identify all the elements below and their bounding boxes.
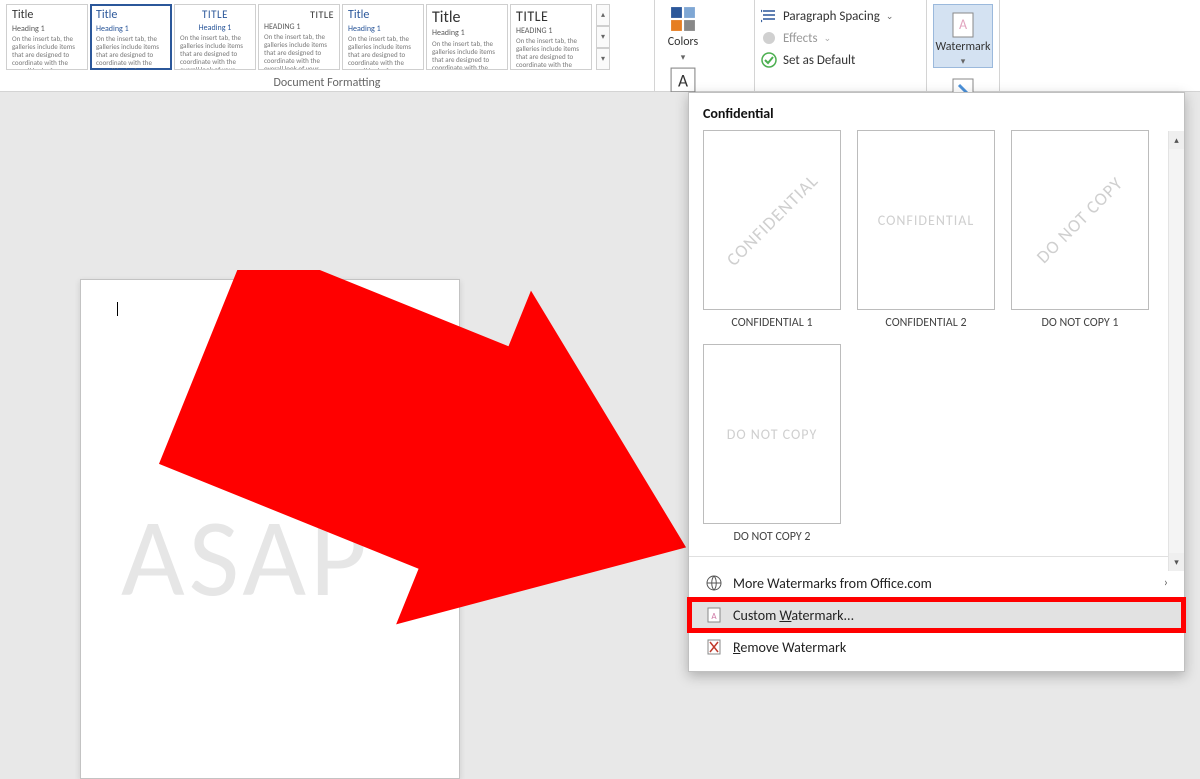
scroll-up-icon[interactable]: ▴ [1169,131,1184,149]
ribbon: Title Heading 1 On the insert tab, the g… [0,0,1200,92]
theme-tile[interactable]: Title Heading 1 On the insert tab, the g… [342,4,424,70]
theme-title: Title [96,9,166,23]
globe-icon [705,574,723,592]
page-icon: A [705,606,723,624]
gallery-expand-icon[interactable]: ▾ [596,48,610,70]
theme-tile[interactable]: TITLE HEADING 1 On the insert tab, the g… [510,4,592,70]
more-watermarks-item[interactable]: More Watermarks from Office.com › [689,567,1184,599]
theme-title: Title [432,9,502,27]
theme-tile[interactable]: Title Heading 1 On the insert tab, the g… [426,4,508,70]
svg-text:A: A [711,611,717,622]
theme-title: TITLE [516,9,586,25]
watermark-preset[interactable]: CONFIDENTIAL CONFIDENTIAL 1 [703,130,841,330]
set-as-default-button[interactable]: Set as Default [761,52,920,68]
separator [689,556,1184,557]
document-page[interactable]: ASAP [80,279,460,779]
watermark-icon: A [951,11,975,39]
custom-watermark-item[interactable]: A Custom Watermark... [689,599,1184,631]
more-watermarks-label: More Watermarks from Office.com [733,575,932,592]
dropdown-category: Confidential [689,93,1184,130]
chevron-right-icon: › [1164,576,1168,590]
paragraph-spacing-button[interactable]: Paragraph Spacing ⌄ [761,8,920,24]
theme-lorem: On the insert tab, the galleries include… [96,35,166,70]
watermark-preset-label: CONFIDENTIAL 2 [885,316,966,330]
effects-label: Effects [783,31,818,46]
group-label: Document Formatting [0,74,654,94]
theme-title: TITLE [180,9,250,22]
themes-gallery[interactable]: Title Heading 1 On the insert tab, the g… [0,0,654,74]
remove-page-icon [705,638,723,656]
group-document-formatting: Title Heading 1 On the insert tab, the g… [0,0,655,91]
group-page-background: A Watermark ▾ Page Color ▾ Page Borders [927,0,1000,91]
group-colors-fonts: Colors ▾ A Fonts ▾ [655,0,755,91]
chevron-down-icon: ▾ [961,56,966,67]
watermark-preset[interactable]: DO NOT COPY DO NOT COPY 1 [1011,130,1149,330]
theme-heading: Heading 1 [96,25,166,34]
theme-lorem: On the insert tab, the galleries include… [348,35,418,70]
theme-heading: Heading 1 [12,25,82,34]
paragraph-spacing-label: Paragraph Spacing [783,9,880,24]
set-as-default-label: Set as Default [783,53,855,68]
watermark-preset[interactable]: CONFIDENTIAL CONFIDENTIAL 2 [857,130,995,330]
theme-heading: Heading 1 [348,25,418,34]
text-cursor [117,302,118,316]
theme-lorem: On the insert tab, the galleries include… [432,40,502,70]
custom-watermark-label: Custom Watermark... [733,607,854,624]
scroll-up-icon[interactable]: ▴ [596,4,610,26]
theme-heading: Heading 1 [432,29,502,38]
group-effects: Paragraph Spacing ⌄ Effects ⌄ Set as Def… [755,0,927,91]
dropdown-scrollbar[interactable]: ▴ ▾ [1168,131,1184,571]
theme-tile[interactable]: TITLE HEADING 1 On the insert tab, the g… [258,4,340,70]
theme-heading: HEADING 1 [264,23,334,32]
theme-lorem: On the insert tab, the galleries include… [516,37,586,70]
watermark-preview: DO NOT COPY [703,344,841,524]
theme-tile[interactable]: TITLE Heading 1 On the insert tab, the g… [174,4,256,70]
watermark-gallery: CONFIDENTIAL CONFIDENTIAL 1 CONFIDENTIAL… [689,130,1184,550]
colors-button[interactable]: Colors ▾ [659,6,707,63]
fonts-icon: A [670,67,696,93]
chevron-down-icon: ⌄ [886,11,894,22]
watermark-preset-label: DO NOT COPY 2 [734,530,811,544]
dropdown-menu: More Watermarks from Office.com › A Cust… [689,563,1184,671]
effects-icon [761,30,777,46]
checkmark-icon [761,52,777,68]
paragraph-spacing-icon [761,8,777,24]
page-watermark: ASAP [121,490,371,625]
watermark-preset-label: DO NOT COPY 1 [1042,316,1119,330]
theme-lorem: On the insert tab, the galleries include… [264,33,334,70]
watermark-preset[interactable]: DO NOT COPY DO NOT COPY 2 [703,344,841,544]
theme-title: Title [348,9,418,23]
theme-heading: Heading 1 [180,24,250,33]
svg-text:A: A [678,70,688,92]
theme-heading: HEADING 1 [516,27,586,36]
theme-title: Title [12,9,82,23]
watermark-preview: CONFIDENTIAL [703,130,841,310]
theme-title: TITLE [264,9,334,21]
remove-watermark-item[interactable]: Remove Watermark [689,631,1184,663]
chevron-down-icon: ⌄ [824,33,832,44]
theme-tile[interactable]: Title Heading 1 On the insert tab, the g… [90,4,172,70]
remove-watermark-label: Remove Watermark [733,639,846,656]
watermark-preview: DO NOT COPY [1011,130,1149,310]
scroll-down-icon[interactable]: ▾ [596,26,610,48]
watermark-button[interactable]: A Watermark ▾ [933,4,993,68]
theme-tile[interactable]: Title Heading 1 On the insert tab, the g… [6,4,88,70]
watermark-label: Watermark [936,41,991,54]
effects-button[interactable]: Effects ⌄ [761,30,920,46]
chevron-down-icon: ▾ [681,52,686,63]
theme-lorem: On the insert tab, the galleries include… [12,35,82,70]
watermark-dropdown: Confidential CONFIDENTIAL CONFIDENTIAL 1… [688,92,1185,672]
watermark-preset-label: CONFIDENTIAL 1 [731,316,812,330]
svg-text:A: A [959,16,968,33]
theme-lorem: On the insert tab, the galleries include… [180,34,250,70]
colors-label: Colors [668,35,698,49]
watermark-preview: CONFIDENTIAL [857,130,995,310]
gallery-scrollbar[interactable]: ▴ ▾ ▾ [596,4,610,70]
colors-icon [670,6,696,32]
